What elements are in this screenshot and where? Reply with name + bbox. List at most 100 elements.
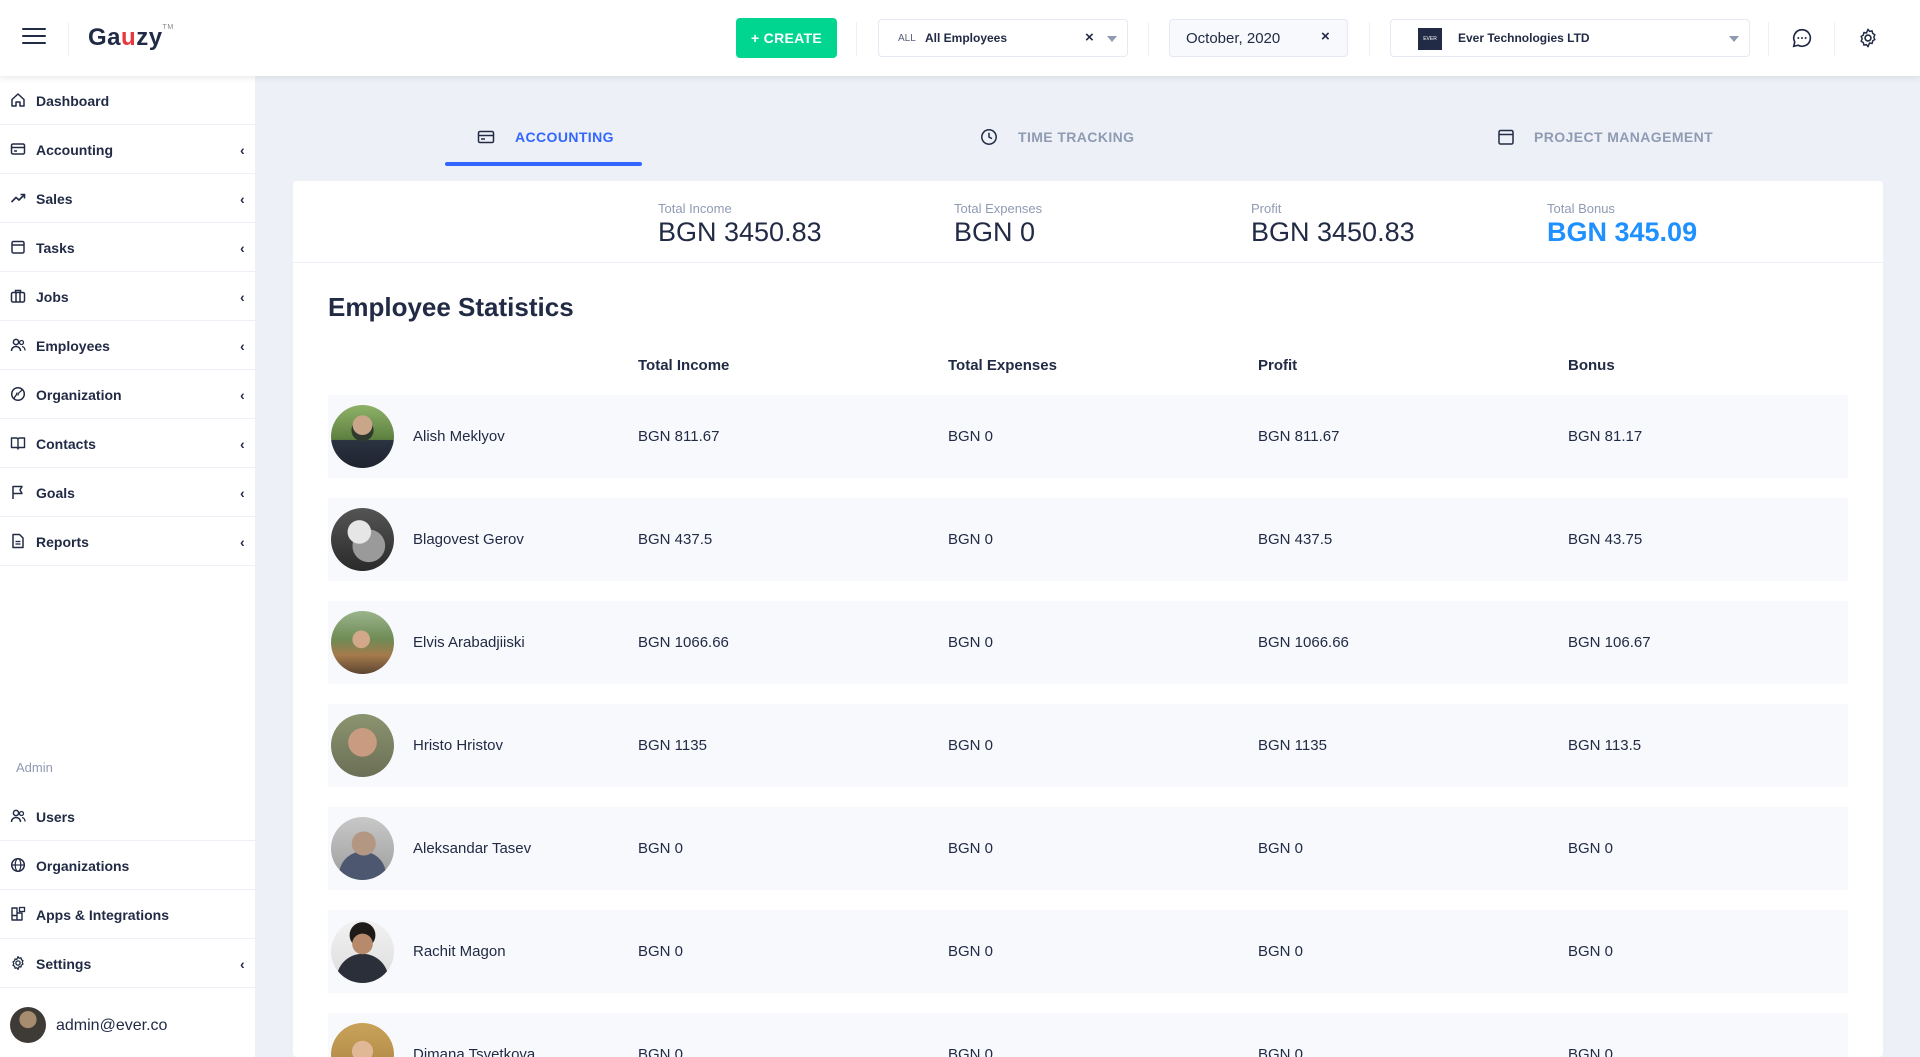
avatar [331, 611, 394, 674]
summary-label: Total Income [658, 201, 732, 216]
summary-profit: Profit BGN 3450.83 [1251, 201, 1415, 248]
column-header: Bonus [1568, 357, 1615, 374]
bonus-cell: BGN 0 [1568, 943, 1614, 960]
column-header: Profit [1258, 357, 1298, 374]
employee-select[interactable]: ALL All Employees × [878, 19, 1128, 57]
sidebar-item-goals[interactable]: Goals ‹ [0, 468, 256, 517]
trending-up-icon [10, 193, 26, 203]
sidebar-item-jobs[interactable]: Jobs ‹ [0, 272, 256, 321]
sidebar-item-users[interactable]: Users [0, 792, 256, 841]
active-tab-indicator [445, 162, 642, 166]
globe-icon [10, 386, 26, 402]
employee-name: Hristo Hristov [413, 737, 504, 754]
table-row[interactable]: Rachit Magon BGN 0 BGN 0 BGN 0 BGN 0 [328, 910, 1848, 993]
sidebar-item-employees[interactable]: Employees ‹ [0, 321, 256, 370]
chevron-left-icon: ‹ [240, 387, 245, 403]
user-profile[interactable]: admin@ever.co [0, 997, 256, 1057]
expenses-cell: BGN 0 [948, 428, 994, 445]
avatar [331, 1023, 394, 1057]
employee-name: Blagovest Gerov [413, 531, 524, 548]
sidebar-item-reports[interactable]: Reports ‹ [0, 517, 256, 566]
sidebar-item-label: Employees [36, 338, 110, 354]
create-button[interactable]: + CREATE [736, 18, 837, 58]
table-row[interactable]: Alish Meklyov BGN 811.67 BGN 0 BGN 811.6… [328, 395, 1848, 478]
user-email: admin@ever.co [56, 1017, 168, 1034]
employee-name: Alish Meklyov [413, 428, 505, 445]
avatar [10, 1007, 46, 1043]
header-divider [1768, 22, 1769, 56]
avatar [331, 714, 394, 777]
profit-cell: BGN 0 [1258, 1046, 1304, 1057]
caret-down-icon[interactable] [1729, 36, 1739, 42]
profit-cell: BGN 0 [1258, 943, 1304, 960]
organization-logo: EVER [1418, 28, 1442, 50]
sidebar-item-organizations[interactable]: Organizations [0, 841, 256, 890]
sidebar-item-label: Accounting [36, 142, 113, 158]
header-divider [1369, 22, 1370, 56]
expenses-cell: BGN 0 [948, 634, 994, 651]
header-divider [68, 22, 69, 56]
employee-name: Dimana Tsvetkova [413, 1046, 536, 1057]
expenses-cell: BGN 0 [948, 943, 994, 960]
summary-label: Total Bonus [1547, 201, 1615, 216]
clock-icon [981, 129, 997, 145]
chevron-left-icon: ‹ [240, 485, 245, 501]
column-header: Total Expenses [948, 357, 1057, 374]
people-icon [10, 809, 26, 823]
chevron-left-icon: ‹ [240, 240, 245, 256]
tab-time-tracking[interactable]: TIME TRACKING [980, 122, 1150, 166]
employee-name: Elvis Arabadjiiski [413, 634, 525, 651]
sidebar-item-label: Contacts [36, 436, 96, 452]
bonus-cell: BGN 81.17 [1568, 428, 1643, 445]
chevron-left-icon: ‹ [240, 436, 245, 452]
sidebar-item-apps-integrations[interactable]: Apps & Integrations [0, 890, 256, 939]
clear-icon[interactable]: × [1085, 29, 1094, 46]
tab-project-management[interactable]: PROJECT MANAGEMENT [1497, 122, 1713, 166]
summary-label: Profit [1251, 201, 1282, 216]
header-divider [1148, 22, 1149, 56]
profit-cell: BGN 811.67 [1258, 428, 1340, 445]
chevron-left-icon: ‹ [240, 142, 245, 158]
sidebar-item-organization[interactable]: Organization ‹ [0, 370, 256, 419]
sidebar-item-dashboard[interactable]: Dashboard [0, 76, 256, 125]
employee-name: Rachit Magon [413, 943, 506, 960]
tab-accounting[interactable]: ACCOUNTING [477, 122, 647, 166]
sidebar-item-label: Organizations [36, 858, 130, 874]
summary-label: Total Expenses [954, 201, 1043, 216]
sidebar-item-accounting[interactable]: Accounting ‹ [0, 125, 256, 174]
people-icon [10, 338, 26, 352]
table-row[interactable]: Elvis Arabadjiiski BGN 1066.66 BGN 0 BGN… [328, 601, 1848, 684]
credit-card-icon [477, 130, 495, 144]
sidebar-item-contacts[interactable]: Contacts ‹ [0, 419, 256, 468]
tab-label: PROJECT MANAGEMENT [1534, 129, 1714, 145]
expenses-cell: BGN 0 [948, 531, 994, 548]
caret-down-icon[interactable] [1107, 36, 1117, 42]
chat-icon[interactable] [1791, 27, 1813, 49]
avatar [331, 405, 394, 468]
header-divider [1834, 22, 1835, 56]
table-row[interactable]: Blagovest Gerov BGN 437.5 BGN 0 BGN 437.… [328, 498, 1848, 581]
organization-select[interactable]: EVER Ever Technologies LTD [1390, 19, 1750, 57]
income-cell: BGN 1135 [638, 737, 707, 754]
settings-icon [12, 956, 24, 970]
sidebar-item-sales[interactable]: Sales ‹ [0, 174, 256, 223]
gear-icon[interactable] [1857, 27, 1879, 49]
date-select[interactable]: October, 2020 × [1169, 19, 1348, 57]
sidebar-item-label: Settings [36, 956, 92, 972]
sidebar-item-settings[interactable]: Settings ‹ [0, 939, 256, 988]
bonus-cell: BGN 113.5 [1568, 737, 1642, 754]
chevron-left-icon: ‹ [240, 191, 245, 207]
app-logo[interactable]: GauzyTM [88, 24, 174, 52]
income-cell: BGN 0 [638, 1046, 684, 1057]
table-row[interactable]: Dimana Tsvetkova BGN 0 BGN 0 BGN 0 BGN 0 [328, 1013, 1848, 1057]
table-row[interactable]: Hristo Hristov BGN 1135 BGN 0 BGN 1135 B… [328, 704, 1848, 787]
table-row[interactable]: Aleksandar Tasev BGN 0 BGN 0 BGN 0 BGN 0 [328, 807, 1848, 890]
sidebar-item-label: Sales [36, 191, 73, 207]
sidebar-item-label: Apps & Integrations [36, 907, 170, 923]
sidebar-item-tasks[interactable]: Tasks ‹ [0, 223, 256, 272]
menu-icon[interactable] [22, 28, 46, 48]
briefcase-icon [10, 289, 26, 303]
clear-icon[interactable]: × [1321, 28, 1330, 45]
employee-name: Aleksandar Tasev [413, 840, 532, 857]
bonus-cell: BGN 106.67 [1568, 634, 1651, 651]
